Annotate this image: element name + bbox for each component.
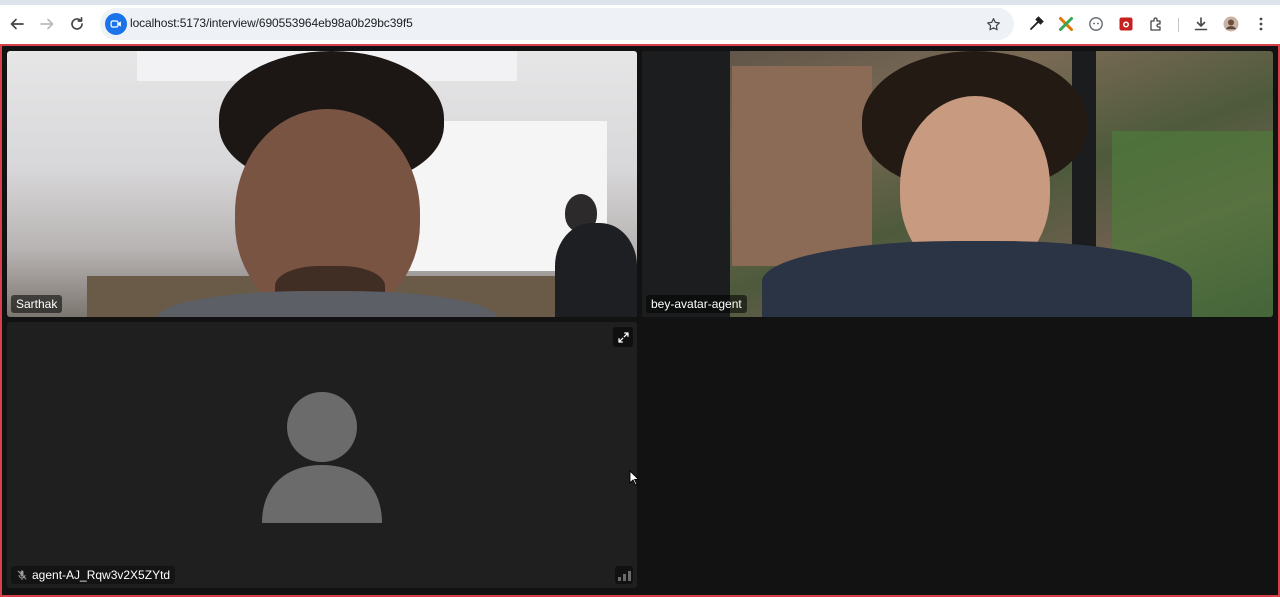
star-icon (986, 17, 1000, 30)
downloads-button[interactable] (1189, 12, 1213, 36)
participant-name-tag: agent-AJ_Rqw3v2X5ZYtd (11, 566, 176, 584)
arrow-right-icon (40, 18, 54, 30)
profile-button[interactable] (1219, 12, 1243, 36)
avatar-shirt (762, 241, 1192, 317)
kebab-icon (1259, 17, 1263, 31)
extensions-button[interactable] (1144, 12, 1168, 36)
extension-puzzle-x[interactable] (1054, 12, 1078, 36)
reload-button[interactable] (65, 12, 89, 36)
video-conference: Sarthak bey-avatar-agent agent-AJ_Rqw3v2… (0, 44, 1280, 597)
eyedropper-icon (1030, 16, 1044, 30)
download-icon (1194, 17, 1208, 31)
toolbar-divider (1178, 18, 1179, 32)
mic-off-icon (17, 570, 27, 580)
url-text[interactable]: localhost:5173/interview/690553964eb98a0… (130, 16, 413, 30)
participant-tile-agent[interactable]: agent-AJ_Rqw3v2X5ZYtd (7, 322, 637, 588)
background-person-body (555, 223, 637, 317)
participant-name: Sarthak (11, 295, 63, 313)
puzzle-x-icon (1059, 17, 1073, 31)
mouse-cursor-icon (629, 470, 639, 486)
building-facade (732, 66, 872, 266)
empty-grid-cell (642, 322, 1273, 588)
arrow-left-icon (10, 18, 24, 30)
participant-name: agent-AJ_Rqw3v2X5ZYtd (32, 568, 171, 582)
window-frame-left (642, 51, 730, 317)
extension-camera[interactable] (1114, 12, 1138, 36)
expand-icon (617, 331, 629, 343)
connection-quality-icon (615, 566, 633, 584)
back-button[interactable] (5, 12, 29, 36)
reload-icon (71, 16, 83, 30)
puzzle-icon (1150, 17, 1161, 31)
avatar (1223, 16, 1239, 32)
extension-eyedropper[interactable] (1024, 12, 1048, 36)
camera-red-icon (1119, 17, 1133, 31)
participant-tile-sarthak[interactable]: Sarthak (7, 51, 637, 317)
bookmark-button[interactable] (982, 13, 1004, 35)
face-icon (1089, 17, 1103, 31)
video-camera-icon (110, 20, 121, 28)
address-bar[interactable]: localhost:5173/interview/690553964eb98a0… (100, 8, 1014, 40)
browser-toolbar: localhost:5173/interview/690553964eb98a0… (0, 5, 1280, 44)
browser-menu-button[interactable] (1249, 12, 1273, 36)
participant-name: bey-avatar-agent (646, 295, 747, 313)
site-info-icon[interactable] (105, 13, 127, 35)
fullscreen-button[interactable] (613, 327, 633, 347)
avatar-placeholder-icon (262, 392, 382, 523)
extension-face[interactable] (1084, 12, 1108, 36)
forward-button[interactable] (35, 12, 59, 36)
participant-tile-bey-avatar-agent[interactable]: bey-avatar-agent (642, 51, 1273, 317)
